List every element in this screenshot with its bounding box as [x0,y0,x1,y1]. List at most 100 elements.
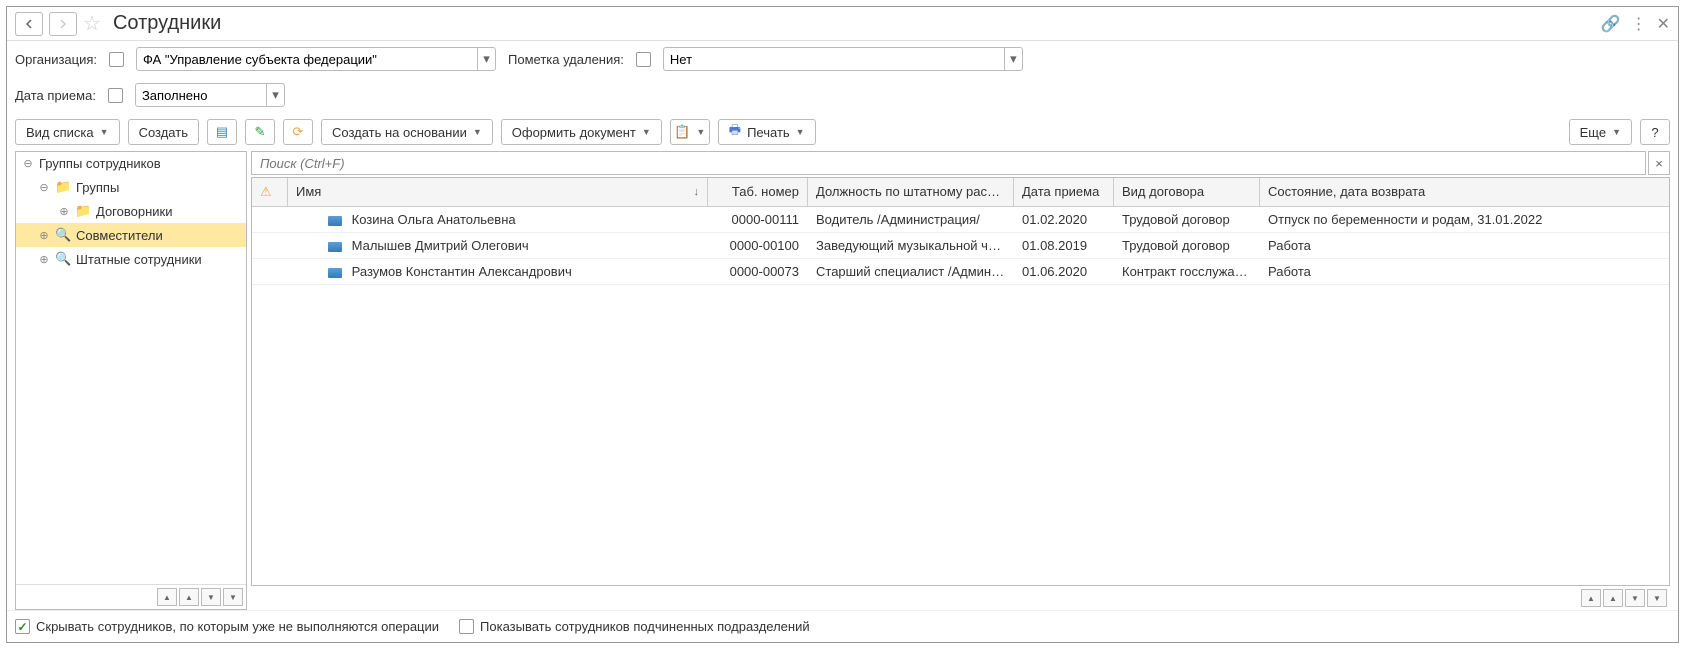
search-row: × [251,151,1670,175]
tree-groups[interactable]: ⊖ 📁 Группы [16,175,246,199]
warn-column-header[interactable]: ⚠ [252,178,288,206]
show-sub-checkbox[interactable] [459,619,474,634]
del-filter-combo[interactable]: ▾ [663,47,1023,71]
tree-label: Штатные сотрудники [76,252,240,267]
link-icon[interactable]: 🔗 [1601,14,1621,34]
date-column-header[interactable]: Дата приема [1014,178,1114,206]
grid-nav-down[interactable]: ▼ [1625,589,1645,607]
nav-back-button[interactable] [15,12,43,36]
del-filter-label: Пометка удаления: [508,52,624,67]
edit-button[interactable]: ✎ [245,119,275,145]
show-sub-label: Показывать сотрудников подчиненных подра… [480,619,810,634]
search-input[interactable] [251,151,1646,175]
col-tab-label: Таб. номер [732,184,799,199]
tree-parttime[interactable]: ⊕ 🔍 Совместители [16,223,246,247]
employee-icon [328,216,342,226]
del-filter-input[interactable] [664,48,1004,70]
name-value: Козина Ольга Анатольевна [352,212,516,227]
pos-cell: Старший специалист /Админист... [808,259,1014,284]
tab-cell: 0000-00073 [708,259,808,284]
tab-column-header[interactable]: Таб. номер [708,178,808,206]
main-window: ☆ Сотрудники 🔗 ⋮ ✕ Организация: ▾ Пометк… [6,6,1679,643]
grid-nav-bottom[interactable]: ▼ [1647,589,1667,607]
type-column-header[interactable]: Вид договора [1114,178,1260,206]
tree-label: Группы сотрудников [39,156,240,171]
search-clear-button[interactable]: × [1648,151,1670,175]
help-button[interactable]: ? [1640,119,1670,145]
favorite-star-icon[interactable]: ☆ [83,11,101,36]
create-based-button[interactable]: Создать на основании ▼ [321,119,493,145]
tree-body: ⊖ Группы сотрудников ⊖ 📁 Группы ⊕ 📁 Дого… [16,152,246,584]
grid-nav: ▲ ▲ ▼ ▼ [251,586,1670,610]
type-cell: Контракт госслужащ... [1114,259,1260,284]
tree-contractors[interactable]: ⊕ 📁 Договорники [16,199,246,223]
pos-cell: Заведующий музыкальной част... [808,233,1014,258]
chevron-down-icon: ▼ [473,127,482,137]
pos-column-header[interactable]: Должность по штатному распис... [808,178,1014,206]
copy-button[interactable]: 📋 ▼ [670,119,710,145]
tree-label: Группы [76,180,240,195]
tree-staff[interactable]: ⊕ 🔍 Штатные сотрудники [16,247,246,271]
expand-icon[interactable]: ⊕ [38,253,50,266]
collapse-icon[interactable]: ⊖ [38,181,50,194]
date-cell: 01.08.2019 [1014,233,1114,258]
chevron-down-icon: ▼ [696,127,705,137]
tree-nav-bottom[interactable]: ▼ [223,588,243,606]
org-filter-label: Организация: [15,52,97,67]
content-area: ⊖ Группы сотрудников ⊖ 📁 Группы ⊕ 📁 Дого… [7,151,1678,610]
menu-dots-icon[interactable]: ⋮ [1631,14,1647,34]
tab-cell: 0000-00111 [708,207,808,232]
view-type-button[interactable]: Вид списка ▼ [15,119,120,145]
print-button[interactable]: 🖶 Печать ▼ [718,119,816,145]
magnifier-icon: 🔍 [55,251,71,267]
nav-forward-button[interactable] [49,12,77,36]
list-mode-button[interactable]: ▤ [207,119,237,145]
collapse-icon[interactable]: ⊖ [22,157,34,170]
tree-panel: ⊖ Группы сотрудников ⊖ 📁 Группы ⊕ 📁 Дого… [15,151,247,610]
more-label: Еще [1580,125,1606,140]
chevron-down-icon: ▼ [796,127,805,137]
warn-cell [252,207,288,232]
tree-nav-top[interactable]: ▲ [157,588,177,606]
refresh-button[interactable]: ⟳ [283,119,313,145]
org-filter-dropdown-icon[interactable]: ▾ [477,48,495,70]
state-cell: Отпуск по беременности и родам, 31.01.20… [1260,207,1669,232]
grid-nav-up[interactable]: ▲ [1603,589,1623,607]
printer-icon: 🖶 [729,121,741,143]
grid-row[interactable]: Козина Ольга Анатольевна 0000-00111 Води… [252,207,1669,233]
close-icon[interactable]: ✕ [1657,14,1670,34]
del-filter-checkbox[interactable] [636,52,651,67]
make-doc-button[interactable]: Оформить документ ▼ [501,119,662,145]
tree-nav-down[interactable]: ▼ [201,588,221,606]
date-filter-dropdown-icon[interactable]: ▾ [266,84,284,106]
grid-row[interactable]: Малышев Дмитрий Олегович 0000-00100 Заве… [252,233,1669,259]
col-date-label: Дата приема [1022,184,1099,199]
date-filter-combo[interactable]: ▾ [135,83,285,107]
more-button[interactable]: Еще ▼ [1569,119,1632,145]
expand-icon[interactable]: ⊕ [38,229,50,242]
col-state-label: Состояние, дата возврата [1268,184,1425,199]
create-button[interactable]: Создать [128,119,199,145]
name-column-header[interactable]: Имя ↓ [288,178,708,206]
org-filter-input[interactable] [137,48,477,70]
date-filter-checkbox[interactable] [108,88,123,103]
pencil-icon: ✎ [255,124,266,140]
state-cell: Работа [1260,259,1669,284]
date-cell: 01.06.2020 [1014,259,1114,284]
expand-icon[interactable]: ⊕ [58,205,70,218]
date-filter-input[interactable] [136,84,266,106]
sort-asc-icon: ↓ [694,186,700,198]
del-filter-dropdown-icon[interactable]: ▾ [1004,48,1022,70]
tree-nav-up[interactable]: ▲ [179,588,199,606]
state-column-header[interactable]: Состояние, дата возврата [1260,178,1669,206]
main-toolbar: Вид списка ▼ Создать ▤ ✎ ⟳ Создать на ос… [7,113,1678,151]
col-pos-label: Должность по штатному распис... [816,184,1014,199]
grid-nav-top[interactable]: ▲ [1581,589,1601,607]
hide-inactive-checkbox[interactable] [15,619,30,634]
org-filter-checkbox[interactable] [109,52,124,67]
grid-row[interactable]: Разумов Константин Александрович 0000-00… [252,259,1669,285]
warning-icon: ⚠ [260,184,272,199]
org-filter-combo[interactable]: ▾ [136,47,496,71]
tree-root[interactable]: ⊖ Группы сотрудников [16,152,246,175]
warn-cell [252,233,288,258]
